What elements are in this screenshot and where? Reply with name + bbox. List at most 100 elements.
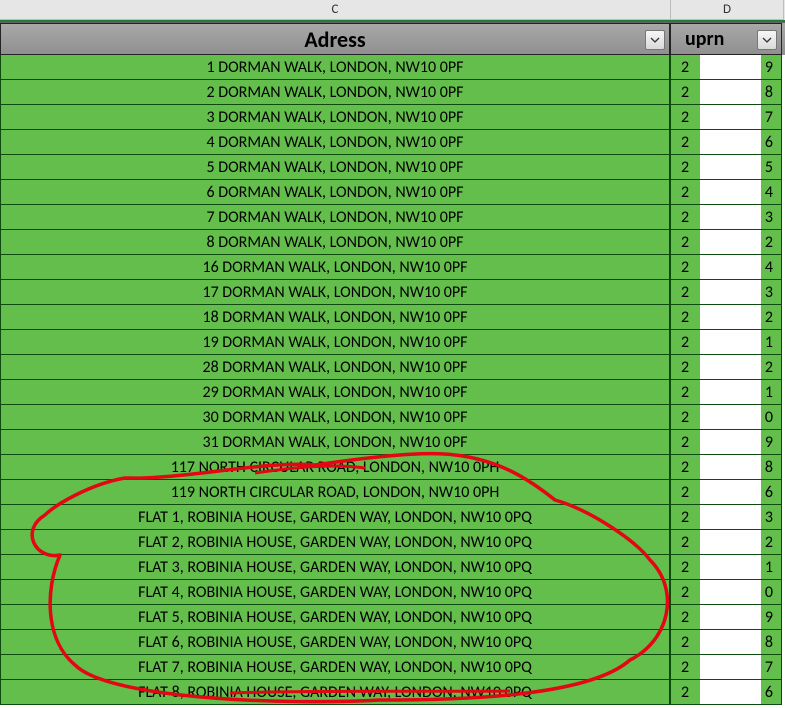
cell-address[interactable]: FLAT 3, ROBINIA HOUSE, GARDEN WAY, LONDO…: [0, 555, 670, 580]
cell-address[interactable]: 17 DORMAN WALK, LONDON, NW10 0PF: [0, 280, 670, 305]
cell-uprn[interactable]: 23: [670, 205, 782, 230]
uprn-right-fragment: 3: [765, 508, 773, 527]
cell-address[interactable]: FLAT 1, ROBINIA HOUSE, GARDEN WAY, LONDO…: [0, 505, 670, 530]
cell-uprn[interactable]: 24: [670, 180, 782, 205]
cell-uprn[interactable]: 28: [670, 630, 782, 655]
uprn-right-fragment: 2: [765, 358, 773, 377]
uprn-right-fragment: 2: [765, 533, 773, 552]
cell-uprn[interactable]: 29: [670, 430, 782, 455]
cell-address[interactable]: FLAT 8, ROBINIA HOUSE, GARDEN WAY, LONDO…: [0, 680, 670, 705]
column-header-d[interactable]: D: [671, 0, 784, 20]
header-label-uprn: uprn: [685, 27, 724, 51]
cell-address[interactable]: 1 DORMAN WALK, LONDON, NW10 0PF: [0, 55, 670, 80]
uprn-right-fragment: 3: [765, 208, 773, 227]
uprn-left-fragment: 2: [681, 183, 689, 202]
uprn-right-fragment: 1: [765, 383, 773, 402]
filter-button-address[interactable]: [645, 30, 665, 50]
redaction-mask: [700, 255, 761, 280]
cell-uprn[interactable]: 26: [670, 130, 782, 155]
cell-uprn[interactable]: 23: [670, 505, 782, 530]
cell-address[interactable]: 7 DORMAN WALK, LONDON, NW10 0PF: [0, 205, 670, 230]
uprn-left-fragment: 2: [681, 383, 689, 402]
cell-address[interactable]: FLAT 5, ROBINIA HOUSE, GARDEN WAY, LONDO…: [0, 605, 670, 630]
uprn-left-fragment: 2: [681, 133, 689, 152]
cell-address[interactable]: 3 DORMAN WALK, LONDON, NW10 0PF: [0, 105, 670, 130]
cell-address[interactable]: 18 DORMAN WALK, LONDON, NW10 0PF: [0, 305, 670, 330]
cell-uprn[interactable]: 26: [670, 680, 782, 705]
cell-uprn[interactable]: 29: [670, 55, 782, 80]
uprn-left-fragment: 2: [681, 533, 689, 552]
uprn-right-fragment: 7: [765, 658, 773, 677]
redaction-mask: [700, 480, 761, 505]
cell-uprn[interactable]: 28: [670, 80, 782, 105]
redaction-mask: [700, 605, 761, 630]
uprn-right-fragment: 9: [765, 608, 773, 627]
redaction-mask: [700, 105, 761, 130]
cell-uprn[interactable]: 20: [670, 580, 782, 605]
cell-address[interactable]: FLAT 7, ROBINIA HOUSE, GARDEN WAY, LONDO…: [0, 655, 670, 680]
cell-address[interactable]: 6 DORMAN WALK, LONDON, NW10 0PF: [0, 180, 670, 205]
cell-address[interactable]: 2 DORMAN WALK, LONDON, NW10 0PF: [0, 80, 670, 105]
uprn-right-fragment: 3: [765, 283, 773, 302]
uprn-right-fragment: 0: [765, 408, 773, 427]
table-row: 6 DORMAN WALK, LONDON, NW10 0PF24: [0, 180, 785, 205]
cell-address[interactable]: FLAT 4, ROBINIA HOUSE, GARDEN WAY, LONDO…: [0, 580, 670, 605]
redaction-mask: [700, 305, 761, 330]
cell-address[interactable]: 16 DORMAN WALK, LONDON, NW10 0PF: [0, 255, 670, 280]
table-row: FLAT 5, ROBINIA HOUSE, GARDEN WAY, LONDO…: [0, 605, 785, 630]
cell-address[interactable]: 31 DORMAN WALK, LONDON, NW10 0PF: [0, 430, 670, 455]
uprn-right-fragment: 4: [765, 183, 773, 202]
cell-address[interactable]: FLAT 2, ROBINIA HOUSE, GARDEN WAY, LONDO…: [0, 530, 670, 555]
cell-address[interactable]: 30 DORMAN WALK, LONDON, NW10 0PF: [0, 405, 670, 430]
cell-address[interactable]: 28 DORMAN WALK, LONDON, NW10 0PF: [0, 355, 670, 380]
cell-uprn[interactable]: 22: [670, 230, 782, 255]
cell-address[interactable]: 29 DORMAN WALK, LONDON, NW10 0PF: [0, 380, 670, 405]
cell-uprn[interactable]: 24: [670, 255, 782, 280]
uprn-right-fragment: 6: [765, 483, 773, 502]
cell-uprn[interactable]: 29: [670, 605, 782, 630]
redaction-mask: [700, 430, 761, 455]
cell-uprn[interactable]: 27: [670, 105, 782, 130]
cell-uprn[interactable]: 28: [670, 455, 782, 480]
cell-uprn[interactable]: 21: [670, 380, 782, 405]
cell-address[interactable]: 117 NORTH CIRCULAR ROAD, LONDON, NW10 0P…: [0, 455, 670, 480]
uprn-right-fragment: 2: [765, 233, 773, 252]
cell-address[interactable]: 5 DORMAN WALK, LONDON, NW10 0PF: [0, 155, 670, 180]
redaction-mask: [700, 180, 761, 205]
uprn-left-fragment: 2: [681, 658, 689, 677]
cell-address[interactable]: 119 NORTH CIRCULAR ROAD, LONDON, NW10 0P…: [0, 480, 670, 505]
header-cell-address[interactable]: Adress: [0, 23, 670, 55]
uprn-left-fragment: 2: [681, 283, 689, 302]
cell-uprn[interactable]: 23: [670, 280, 782, 305]
cell-uprn[interactable]: 22: [670, 530, 782, 555]
cell-address[interactable]: 4 DORMAN WALK, LONDON, NW10 0PF: [0, 130, 670, 155]
cell-uprn[interactable]: 22: [670, 355, 782, 380]
cell-uprn[interactable]: 21: [670, 330, 782, 355]
table-row: 117 NORTH CIRCULAR ROAD, LONDON, NW10 0P…: [0, 455, 785, 480]
uprn-left-fragment: 2: [681, 633, 689, 652]
uprn-left-fragment: 2: [681, 483, 689, 502]
uprn-left-fragment: 2: [681, 458, 689, 477]
cell-uprn[interactable]: 27: [670, 655, 782, 680]
redaction-mask: [700, 330, 761, 355]
cell-uprn[interactable]: 26: [670, 480, 782, 505]
cell-uprn[interactable]: 22: [670, 305, 782, 330]
table-row: 8 DORMAN WALK, LONDON, NW10 0PF22: [0, 230, 785, 255]
cell-address[interactable]: 8 DORMAN WALK, LONDON, NW10 0PF: [0, 230, 670, 255]
table-row: FLAT 7, ROBINIA HOUSE, GARDEN WAY, LONDO…: [0, 655, 785, 680]
filter-button-uprn[interactable]: [757, 30, 777, 50]
uprn-right-fragment: 9: [765, 58, 773, 77]
cell-uprn[interactable]: 25: [670, 155, 782, 180]
chevron-down-icon: [762, 35, 772, 45]
redaction-mask: [700, 130, 761, 155]
cell-address[interactable]: FLAT 6, ROBINIA HOUSE, GARDEN WAY, LONDO…: [0, 630, 670, 655]
uprn-left-fragment: 2: [681, 558, 689, 577]
cell-uprn[interactable]: 21: [670, 555, 782, 580]
header-cell-uprn[interactable]: uprn: [670, 23, 782, 55]
redaction-mask: [700, 405, 761, 430]
redaction-mask: [700, 380, 761, 405]
cell-uprn[interactable]: 20: [670, 405, 782, 430]
uprn-left-fragment: 2: [681, 608, 689, 627]
cell-address[interactable]: 19 DORMAN WALK, LONDON, NW10 0PF: [0, 330, 670, 355]
column-header-c[interactable]: C: [0, 0, 671, 20]
